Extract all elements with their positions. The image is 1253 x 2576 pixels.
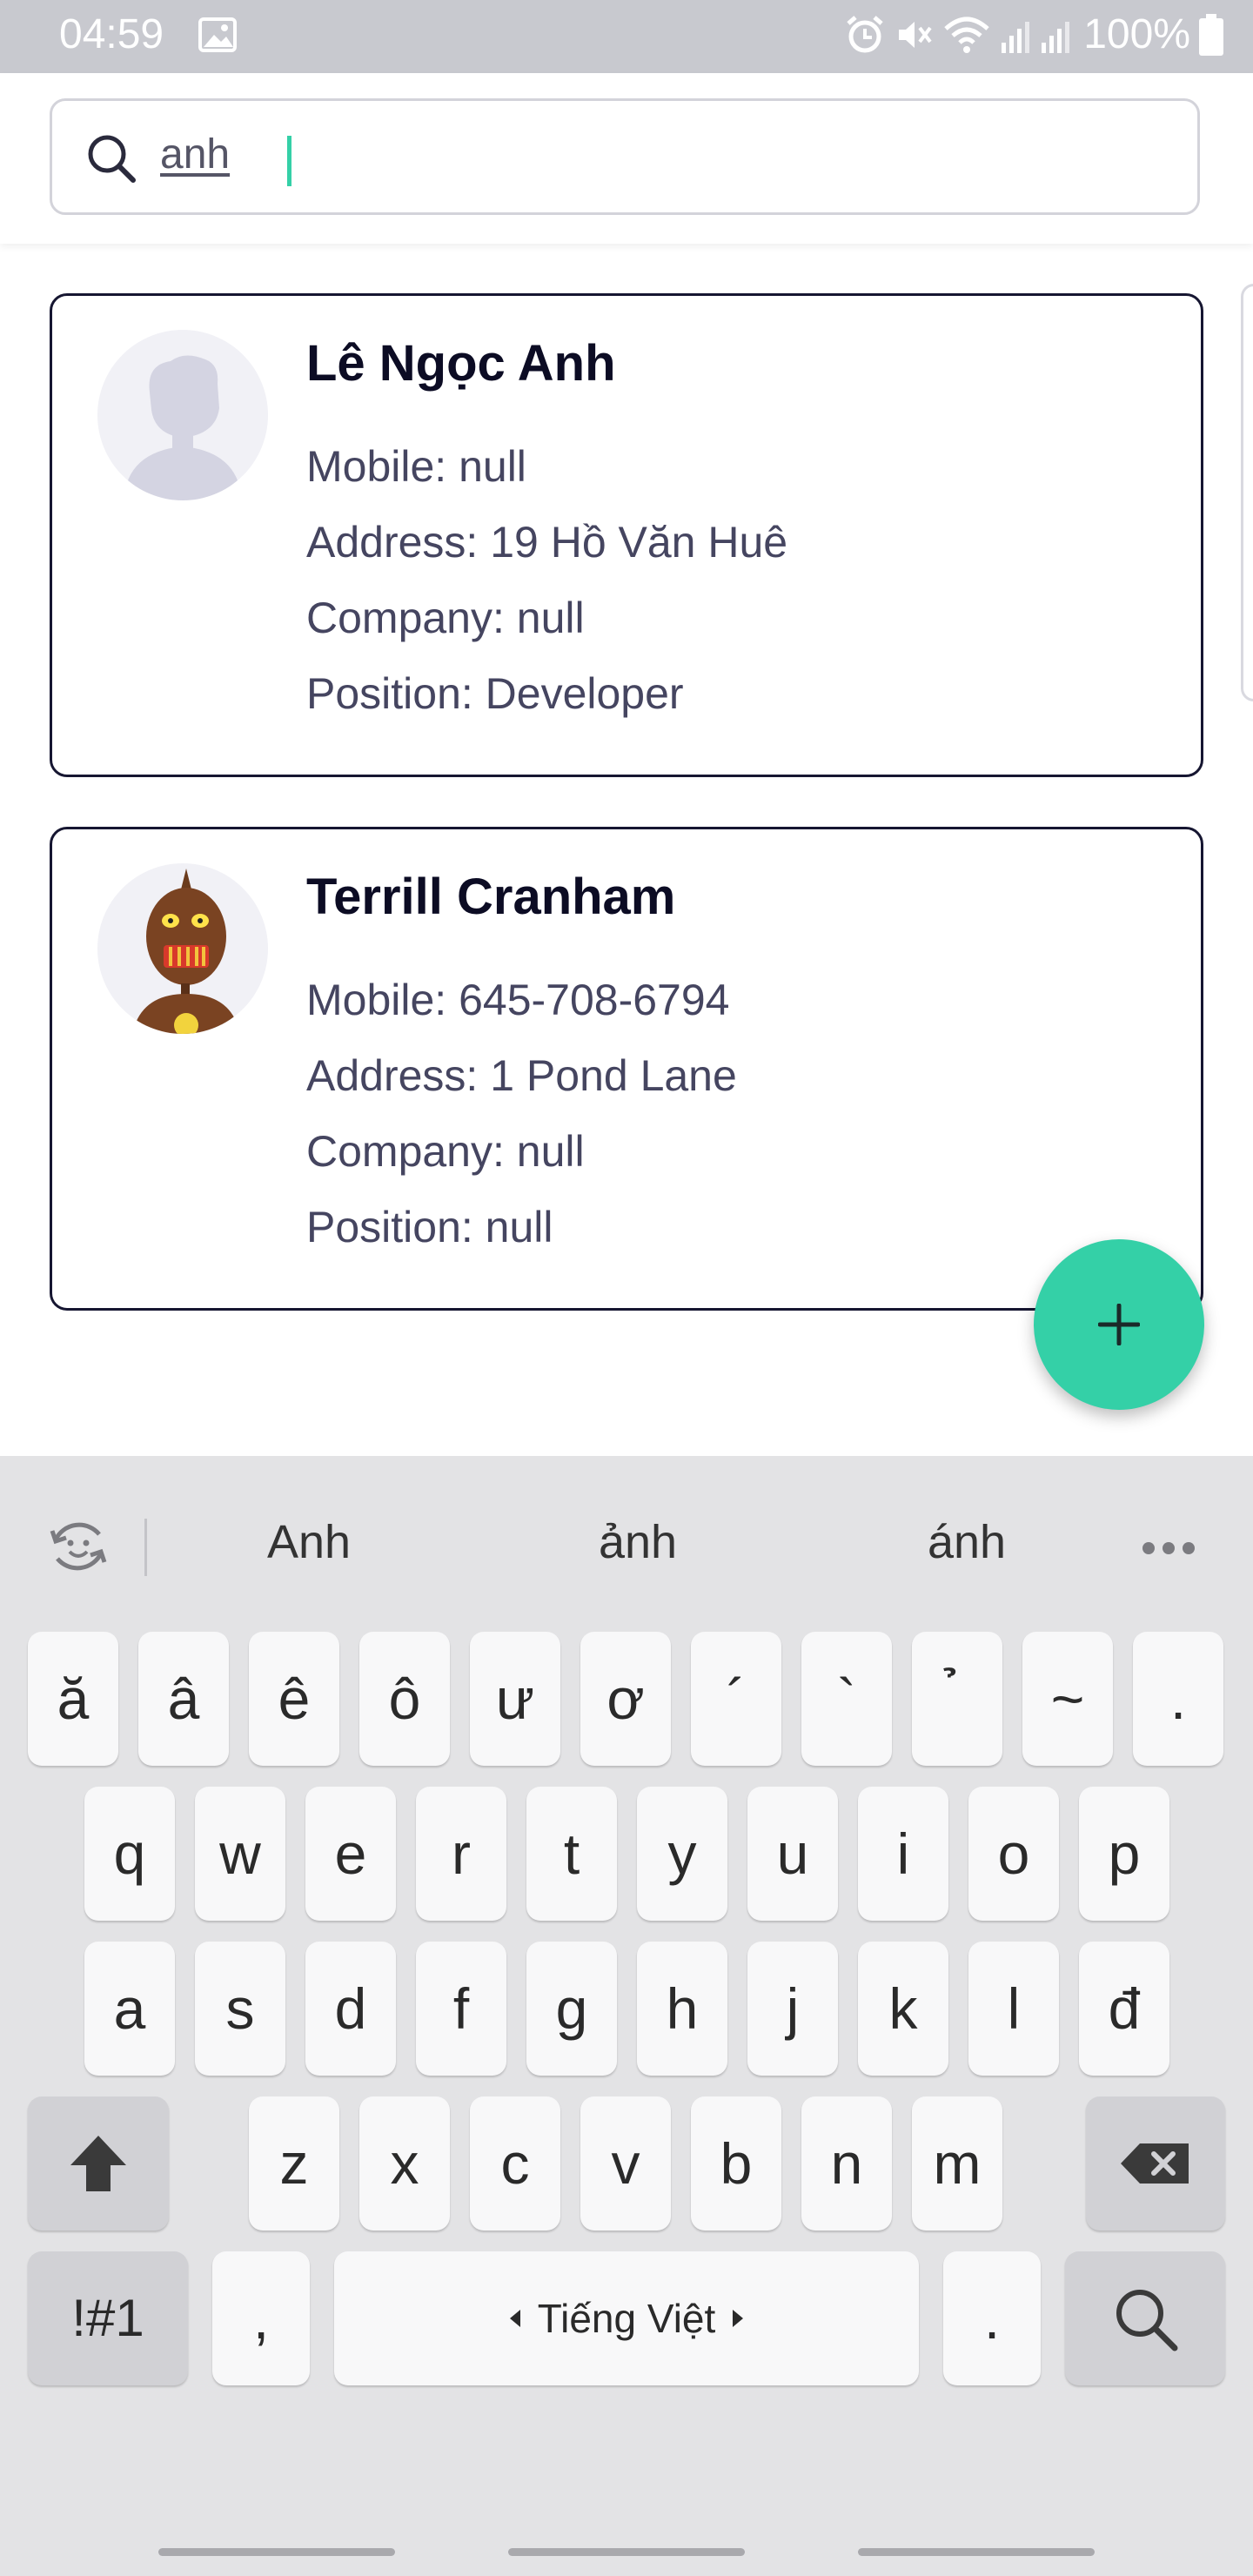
contact-address: Address: 19 Hồ Văn Huê xyxy=(306,518,788,567)
key[interactable]: h xyxy=(637,1942,727,2076)
key[interactable]: z xyxy=(249,2096,339,2231)
key[interactable]: đ xyxy=(1079,1942,1169,2076)
status-time: 04:59 xyxy=(59,11,164,57)
key[interactable]: ̉ xyxy=(912,1632,1002,1766)
key[interactable]: v xyxy=(580,2096,671,2231)
arrow-left-icon xyxy=(509,2310,520,2327)
backspace-icon xyxy=(1121,2143,1189,2184)
gallery-icon xyxy=(198,17,237,57)
text-cursor xyxy=(287,136,291,186)
suggestion-2[interactable]: ảnh xyxy=(546,1515,729,1569)
key[interactable]: â xyxy=(138,1632,229,1766)
key[interactable]: ô xyxy=(359,1632,450,1766)
nav-hint-right xyxy=(858,2548,1095,2556)
key[interactable]: m xyxy=(912,2096,1002,2231)
key[interactable]: q xyxy=(84,1787,175,1921)
period-key[interactable]: . xyxy=(943,2251,1041,2385)
key[interactable]: j xyxy=(747,1942,838,2076)
plus-icon xyxy=(1098,1304,1140,1345)
suggestion-1[interactable]: Anh xyxy=(218,1515,400,1569)
key[interactable]: ` xyxy=(801,1632,892,1766)
key[interactable]: . xyxy=(1133,1632,1223,1766)
key[interactable]: o xyxy=(968,1787,1059,1921)
wifi-icon xyxy=(942,15,991,55)
avatar xyxy=(97,863,268,1034)
avatar xyxy=(97,330,268,500)
key[interactable]: ´ xyxy=(691,1632,781,1766)
add-contact-button[interactable] xyxy=(1034,1239,1204,1410)
key[interactable]: g xyxy=(526,1942,617,2076)
space-language-label: Tiếng Việt xyxy=(537,2296,716,2341)
key[interactable]: y xyxy=(637,1787,727,1921)
key[interactable]: ơ xyxy=(580,1632,671,1766)
alarm-icon xyxy=(845,15,885,55)
contact-mobile: Mobile: 645-708-6794 xyxy=(306,976,730,1024)
key[interactable]: r xyxy=(416,1787,506,1921)
backspace-key[interactable] xyxy=(1086,2096,1225,2231)
key[interactable]: w xyxy=(195,1787,285,1921)
key[interactable]: a xyxy=(84,1942,175,2076)
status-icons: 100% xyxy=(845,10,1223,58)
key[interactable]: s xyxy=(195,1942,285,2076)
contact-name: Lê Ngọc Anh xyxy=(306,335,616,392)
contact-position: Position: Developer xyxy=(306,669,684,718)
key[interactable]: c xyxy=(470,2096,560,2231)
contact-name: Terrill Cranham xyxy=(306,869,676,925)
key[interactable]: i xyxy=(858,1787,948,1921)
contact-card[interactable]: Terrill Cranham Mobile: 645-708-6794 Add… xyxy=(50,827,1203,1311)
symbols-key[interactable]: !#1 xyxy=(28,2251,188,2385)
search-input-value: anh xyxy=(160,131,231,178)
soft-keyboard: Anh ảnh ánh ă â ê ô ư ơ ´ ` ̉ ~ . q w e … xyxy=(0,1456,1253,2576)
comma-key[interactable]: , xyxy=(212,2251,310,2385)
robot-avatar-icon xyxy=(132,869,240,1034)
arrow-right-icon xyxy=(733,2310,744,2327)
key[interactable]: e xyxy=(305,1787,396,1921)
key[interactable]: l xyxy=(968,1942,1059,2076)
key[interactable]: t xyxy=(526,1787,617,1921)
person-placeholder-icon xyxy=(124,355,242,500)
search-header: anh xyxy=(0,73,1253,244)
key[interactable]: k xyxy=(858,1942,948,2076)
signal-icon xyxy=(1000,15,1075,55)
emoji-sync-icon[interactable] xyxy=(45,1513,111,1584)
shift-key[interactable] xyxy=(28,2096,169,2231)
battery-percent: 100% xyxy=(1083,11,1190,57)
contact-company: Company: null xyxy=(306,594,585,642)
key[interactable]: b xyxy=(691,2096,781,2231)
search-icon xyxy=(1116,2290,1178,2351)
contact-mobile: Mobile: null xyxy=(306,442,526,491)
key[interactable]: p xyxy=(1079,1787,1169,1921)
search-input[interactable]: anh xyxy=(50,98,1200,215)
suggestion-3[interactable]: ánh xyxy=(875,1515,1058,1569)
key[interactable]: x xyxy=(359,2096,450,2231)
contact-position: Position: null xyxy=(306,1203,553,1251)
adjacent-card-edge xyxy=(1241,284,1253,701)
contact-card[interactable]: Lê Ngọc Anh Mobile: null Address: 19 Hồ … xyxy=(50,293,1203,777)
battery-icon xyxy=(1199,13,1223,56)
key[interactable]: f xyxy=(416,1942,506,2076)
key[interactable]: ê xyxy=(249,1632,339,1766)
key[interactable]: d xyxy=(305,1942,396,2076)
key[interactable]: ~ xyxy=(1022,1632,1113,1766)
suggestion-bar: Anh ảnh ánh xyxy=(0,1456,1253,1630)
search-key[interactable] xyxy=(1065,2251,1225,2385)
more-options-icon[interactable] xyxy=(1140,1540,1197,1561)
key[interactable]: ă xyxy=(28,1632,118,1766)
shift-icon xyxy=(70,2136,126,2191)
mute-icon xyxy=(894,15,934,55)
contact-company: Company: null xyxy=(306,1127,585,1176)
key[interactable]: ư xyxy=(470,1632,560,1766)
key[interactable]: u xyxy=(747,1787,838,1921)
status-bar: 04:59 100% xyxy=(0,0,1253,73)
key[interactable]: n xyxy=(801,2096,892,2231)
search-icon xyxy=(85,132,137,189)
nav-hint-left xyxy=(158,2548,395,2556)
nav-hint-center xyxy=(508,2548,745,2556)
suggestion-divider xyxy=(144,1519,147,1576)
contact-address: Address: 1 Pond Lane xyxy=(306,1051,737,1100)
space-key[interactable]: Tiếng Việt xyxy=(334,2251,919,2385)
